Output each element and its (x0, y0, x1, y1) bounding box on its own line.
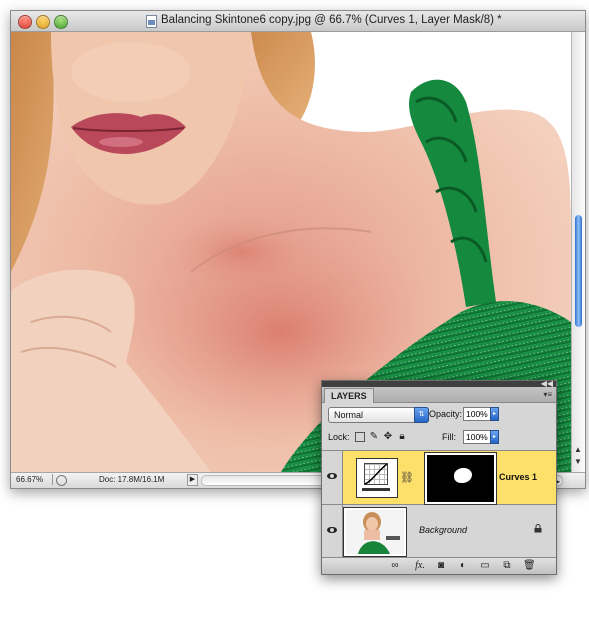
lock-all-icon[interactable]: 🔒︎ (397, 432, 407, 442)
new-layer-icon[interactable]: ⧉ (501, 560, 513, 572)
blend-mode-value: Normal (334, 410, 364, 420)
fx-icon[interactable]: fx. (412, 560, 428, 572)
lock-icon (534, 524, 542, 533)
eye-icon (327, 527, 337, 533)
layer-name[interactable]: Curves 1 (499, 472, 537, 482)
lock-label: Lock: (328, 432, 350, 442)
status-menu-arrow[interactable]: ▶ (187, 474, 198, 486)
minimize-button[interactable] (36, 15, 50, 29)
layer-list: ⛓︎ Curves 1 Background (322, 450, 556, 559)
layer-mask-thumbnail[interactable] (425, 453, 496, 504)
zoom-field[interactable]: 66.67% (13, 474, 53, 485)
doc-info: Doc: 17.8M/16.1M (99, 475, 165, 484)
panel-bottom-toolbar: ∞ fx. ◙ ◐ ▭ ⧉ 🗑︎ (322, 557, 556, 574)
window-title: Balancing Skintone6 copy.jpg @ 66.7% (Cu… (161, 14, 502, 26)
tab-layers[interactable]: LAYERS (324, 388, 374, 403)
lock-brush-icon[interactable]: ✎ (369, 432, 379, 442)
lock-move-icon[interactable]: ✥ (383, 432, 393, 442)
visibility-toggle[interactable] (322, 505, 343, 558)
chevron-down-icon: ⇅ (414, 407, 429, 423)
blend-row: Normal ⇅ Opacity: 100% ▸ (328, 407, 552, 425)
document-icon (146, 15, 157, 28)
eye-icon (327, 473, 337, 479)
lock-row: Lock: ✎ ✥ 🔒︎ Fill: 100% ▸ (328, 430, 552, 448)
layers-panel: ◀◀ LAYERS ▾≡ Normal ⇅ Opacity: 100% ▸ Lo… (321, 379, 557, 575)
adjustment-icon[interactable]: ◐ (457, 560, 469, 572)
zoom-button[interactable] (54, 15, 68, 29)
fill-slider-button[interactable]: ▸ (490, 430, 499, 444)
fill-label: Fill: (442, 432, 456, 442)
panel-tabbar: LAYERS ▾≡ (322, 387, 556, 403)
group-icon[interactable]: ▭ (479, 560, 491, 572)
lock-transparent-icon[interactable] (355, 432, 365, 442)
chain-link-icon[interactable]: ⛓︎ (400, 471, 414, 484)
status-icon[interactable] (56, 475, 67, 486)
background-thumbnail[interactable] (344, 508, 406, 556)
scrollbar-thumb[interactable] (575, 215, 582, 327)
blend-mode-select[interactable]: Normal ⇅ (328, 407, 429, 423)
scroll-up-arrow[interactable]: ▲ (574, 445, 582, 454)
fill-field[interactable]: 100% (463, 430, 491, 444)
curves-adjustment-icon[interactable] (356, 458, 398, 498)
visibility-toggle[interactable] (322, 451, 343, 504)
layer-row-background[interactable]: Background (322, 505, 556, 559)
window-titlebar[interactable]: Balancing Skintone6 copy.jpg @ 66.7% (Cu… (11, 11, 585, 32)
opacity-label: Opacity: (429, 409, 463, 419)
opacity-slider-button[interactable]: ▸ (490, 407, 499, 421)
scroll-down-arrow[interactable]: ▼ (574, 457, 582, 466)
link-icon[interactable]: ∞ (388, 560, 402, 572)
trash-icon[interactable]: 🗑︎ (523, 560, 536, 572)
opacity-field[interactable]: 100% (463, 407, 491, 421)
layer-name[interactable]: Background (419, 525, 467, 535)
mask-icon[interactable]: ◙ (435, 560, 447, 572)
close-button[interactable] (18, 15, 32, 29)
vertical-scrollbar[interactable]: ▲ ▼ (571, 32, 585, 472)
panel-menu-icon[interactable]: ▾≡ (543, 390, 552, 399)
layer-row-curves[interactable]: ⛓︎ Curves 1 (322, 451, 556, 505)
